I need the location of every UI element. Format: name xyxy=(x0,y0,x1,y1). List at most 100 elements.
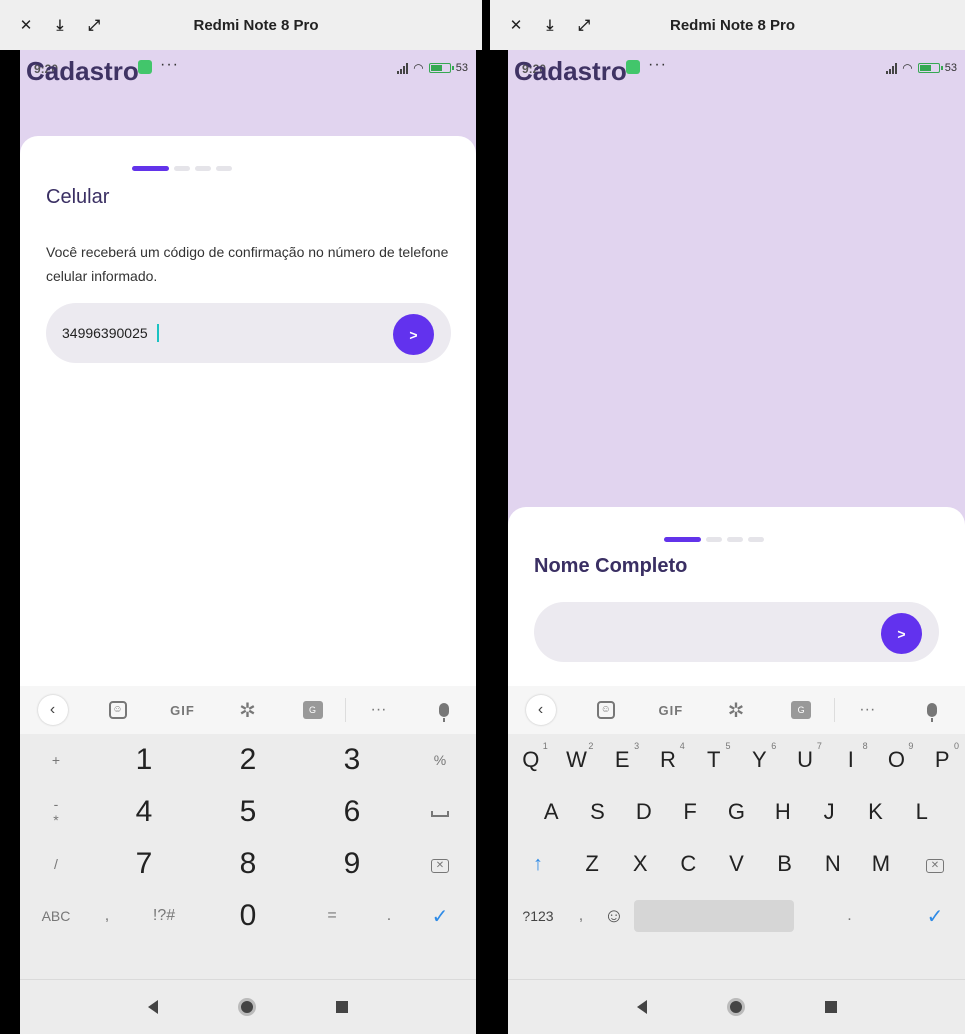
key-2[interactable]: 2 xyxy=(196,743,300,777)
back-icon[interactable] xyxy=(636,1000,647,1014)
key-s[interactable]: S xyxy=(574,799,620,825)
key-w[interactable]: W2 xyxy=(554,741,600,773)
key-h[interactable]: H xyxy=(760,799,806,825)
key-5[interactable]: 5 xyxy=(196,795,300,829)
key-label: T xyxy=(706,747,721,772)
key-d[interactable]: D xyxy=(621,799,667,825)
more-options-button[interactable]: ··· xyxy=(859,701,875,719)
key-plus[interactable]: + xyxy=(20,752,92,768)
key-minus-star[interactable]: - * xyxy=(20,796,92,828)
key-8[interactable]: 8 xyxy=(196,847,300,881)
gif-button[interactable]: GIF xyxy=(170,703,195,718)
close-icon[interactable]: ✕ xyxy=(12,11,40,39)
sticker-icon[interactable]: ☺ xyxy=(108,701,127,719)
expand-icon[interactable]: ⤢ xyxy=(570,11,598,39)
key-numbers[interactable]: ?123 xyxy=(508,908,568,924)
key-x[interactable]: X xyxy=(616,851,664,877)
microphone-icon[interactable] xyxy=(438,703,449,722)
key-g[interactable]: G xyxy=(713,799,759,825)
key-period[interactable]: . xyxy=(374,907,404,925)
key-y[interactable]: Y6 xyxy=(737,741,783,773)
key-u[interactable]: U7 xyxy=(782,741,828,773)
sticker-icon[interactable]: ☺ xyxy=(596,701,615,719)
next-button[interactable]: > xyxy=(393,314,434,355)
status-bar: 9:20 Cadastro ··· ◠ 53 xyxy=(20,52,476,86)
key-6[interactable]: 6 xyxy=(300,795,404,829)
key-abc[interactable]: ABC xyxy=(20,908,92,924)
key-backspace[interactable]: ✕ xyxy=(905,855,965,873)
key-k[interactable]: K xyxy=(852,799,898,825)
key-hint: 0 xyxy=(954,741,960,751)
key-comma[interactable]: , xyxy=(92,907,122,925)
key-e[interactable]: E3 xyxy=(599,741,645,773)
next-button[interactable]: > xyxy=(881,613,922,654)
key-n[interactable]: N xyxy=(809,851,857,877)
more-options-button[interactable]: ··· xyxy=(371,701,387,719)
confirm-icon[interactable]: ✓ xyxy=(404,904,476,929)
signal-icon xyxy=(886,62,898,74)
key-o[interactable]: O9 xyxy=(874,741,920,773)
sheet-description: Você receberá um código de confirmação n… xyxy=(46,244,449,284)
name-field[interactable]: > xyxy=(534,602,939,662)
key-percent[interactable]: % xyxy=(404,752,476,768)
key-0[interactable]: 0 xyxy=(206,899,290,933)
key-a[interactable]: A xyxy=(528,799,574,825)
key-comma[interactable]: , xyxy=(568,907,594,925)
key-label: U xyxy=(797,747,814,772)
back-icon[interactable] xyxy=(148,1000,158,1014)
key-9[interactable]: 9 xyxy=(300,847,404,881)
key-l[interactable]: L xyxy=(899,799,945,825)
pin-icon[interactable]: ⤓ xyxy=(536,11,564,39)
name-input[interactable] xyxy=(550,602,870,662)
chevron-left-icon[interactable]: ‹ xyxy=(37,695,68,725)
keyboard-row: / 7 8 9 ✕ xyxy=(20,838,476,890)
chevron-left-icon[interactable]: ‹ xyxy=(525,695,556,725)
key-7[interactable]: 7 xyxy=(92,847,196,881)
key-1[interactable]: 1 xyxy=(92,743,196,777)
translate-icon[interactable]: G xyxy=(302,701,323,719)
confirm-icon[interactable]: ✓ xyxy=(905,904,965,929)
key-p[interactable]: P0 xyxy=(919,741,965,773)
key-z[interactable]: Z xyxy=(568,851,616,877)
key-t[interactable]: T5 xyxy=(691,741,737,773)
key-f[interactable]: F xyxy=(667,799,713,825)
expand-icon[interactable]: ⤢ xyxy=(80,11,108,39)
key-v[interactable]: V xyxy=(712,851,760,877)
translate-icon[interactable]: G xyxy=(791,701,812,719)
key-slash[interactable]: / xyxy=(20,856,92,872)
home-icon[interactable] xyxy=(238,998,256,1016)
spacebar[interactable] xyxy=(634,900,794,932)
gear-icon[interactable]: ✲ xyxy=(239,698,256,723)
gear-icon[interactable]: ✲ xyxy=(728,698,745,723)
phone-field[interactable]: > xyxy=(46,303,451,363)
key-b[interactable]: B xyxy=(761,851,809,877)
emulator-window-left: ✕ ⤓ ⤢ Redmi Note 8 Pro 9:20 Cadastro ···… xyxy=(0,0,482,1034)
home-icon[interactable] xyxy=(726,998,745,1016)
key-i[interactable]: I8 xyxy=(828,741,874,773)
key-j[interactable]: J xyxy=(806,799,852,825)
key-equals[interactable]: = xyxy=(290,907,374,925)
key-m[interactable]: M xyxy=(857,851,905,877)
emoji-icon[interactable]: ☺ xyxy=(594,905,634,928)
microphone-icon[interactable] xyxy=(927,703,938,722)
phone-input[interactable] xyxy=(62,303,382,363)
shift-icon[interactable]: ↑ xyxy=(508,853,568,876)
recents-icon[interactable] xyxy=(824,1001,837,1013)
recents-icon[interactable] xyxy=(336,1001,348,1013)
key-backspace[interactable]: ✕ xyxy=(404,855,476,873)
pin-icon[interactable]: ⤓ xyxy=(46,11,74,39)
key-symbols[interactable]: !?# xyxy=(122,907,206,925)
key-space[interactable] xyxy=(404,804,476,820)
phone-screen: 9:20 Cadastro ··· ◠ 53 Celular Você rece… xyxy=(20,50,476,1034)
key-period[interactable]: . xyxy=(794,907,905,925)
key-4[interactable]: 4 xyxy=(92,795,196,829)
bottom-sheet: Celular Você receberá um código de confi… xyxy=(20,136,476,686)
key-3[interactable]: 3 xyxy=(300,743,404,777)
gif-button[interactable]: GIF xyxy=(659,703,684,718)
key-c[interactable]: C xyxy=(664,851,712,877)
page-title: Cadastro xyxy=(26,56,139,86)
close-icon[interactable]: ✕ xyxy=(502,11,530,39)
key-q[interactable]: Q1 xyxy=(508,741,554,773)
key-r[interactable]: R4 xyxy=(645,741,691,773)
key-label: P xyxy=(934,747,950,772)
